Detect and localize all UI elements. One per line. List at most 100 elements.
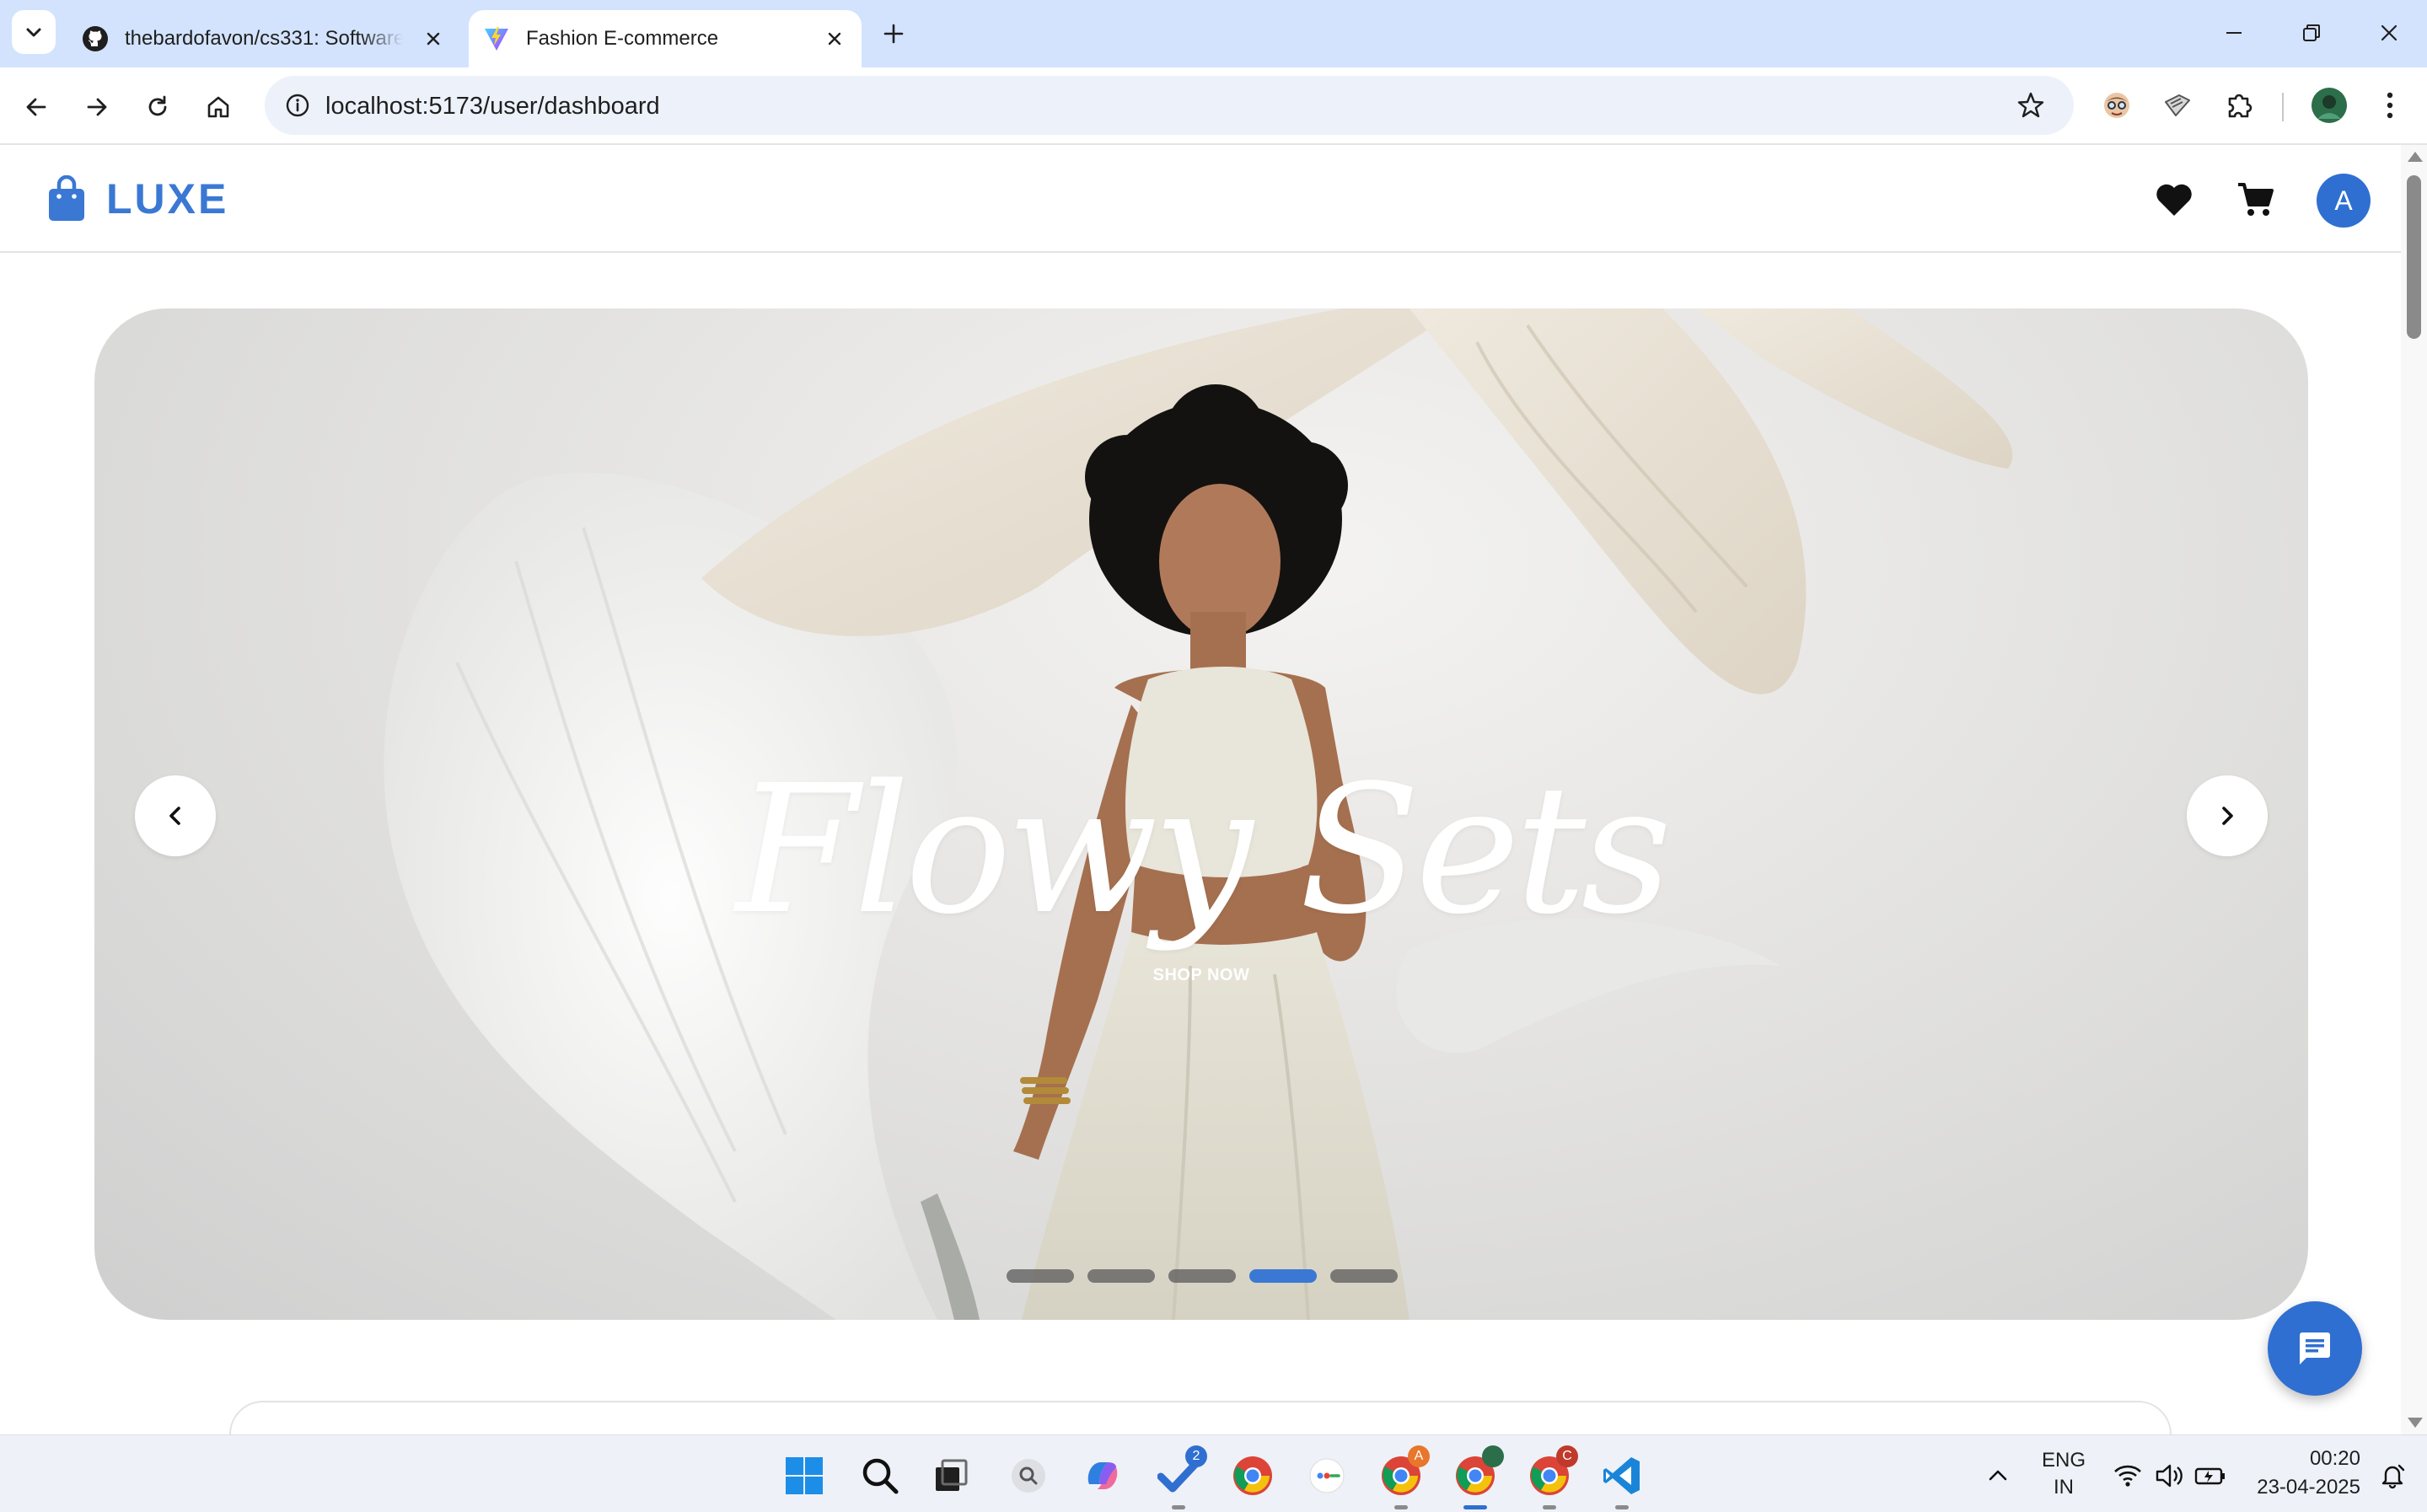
heart-icon [2156, 184, 2192, 216]
task-view-button[interactable] [926, 1450, 976, 1501]
vscode-app[interactable] [1597, 1450, 1647, 1509]
site-logo[interactable]: LUXE [46, 174, 228, 224]
chrome-icon [1233, 1456, 1272, 1495]
reload-icon [148, 95, 167, 116]
chevron-left-icon [169, 807, 180, 825]
vite-icon [482, 24, 511, 53]
scrollbar-thumb[interactable] [2407, 175, 2421, 339]
minimize-button[interactable] [2209, 12, 2259, 54]
browser-toolbar: localhost:5173/user/dashboard [0, 67, 2427, 145]
app-running-indicator [1543, 1505, 1556, 1509]
bookmark-star-icon[interactable] [2011, 86, 2050, 125]
close-window-button[interactable] [2364, 12, 2414, 54]
extensions-puzzle-icon[interactable] [2219, 84, 2261, 126]
close-tab-icon[interactable] [420, 25, 447, 52]
language-indicator[interactable]: ENG IN [2033, 1449, 2094, 1499]
language-code: ENG [2041, 1449, 2086, 1472]
arrow-left-icon [26, 98, 46, 116]
hero-carousel: Flowy Sets SHOP NOW [94, 308, 2308, 1320]
carousel-dot-3[interactable] [1168, 1269, 1236, 1283]
chevron-right-icon [2222, 807, 2233, 825]
carousel-next-button[interactable] [2187, 775, 2268, 856]
battery-charging-icon [2194, 1467, 2225, 1485]
new-tab-button[interactable] [875, 15, 912, 52]
carousel-prev-button[interactable] [135, 775, 216, 856]
arrow-right-icon [87, 98, 107, 116]
taskbar-search-app[interactable] [1003, 1450, 1054, 1501]
password-manager-app[interactable] [1302, 1450, 1352, 1501]
profile-badge-a: A [1408, 1445, 1430, 1467]
taskbar-search-button[interactable] [855, 1450, 905, 1501]
chrome-profile-a-app[interactable]: A [1376, 1445, 1430, 1509]
tab-github[interactable]: thebardofavon/cs331: Software [67, 10, 460, 67]
address-bar[interactable]: localhost:5173/user/dashboard [265, 76, 2074, 135]
carousel-dot-4[interactable] [1249, 1269, 1317, 1283]
forward-button[interactable] [76, 86, 118, 128]
clock-time: 00:20 [2309, 1447, 2360, 1470]
vscode-icon [1603, 1457, 1640, 1494]
profile-badge-green [1482, 1445, 1504, 1467]
browser-menu-icon[interactable] [2369, 84, 2411, 126]
clock[interactable]: 00:20 23-04-2025 [2242, 1447, 2360, 1499]
extension-avatar-icon[interactable] [2096, 84, 2138, 126]
user-avatar[interactable]: A [2317, 174, 2371, 228]
cart-icon [2238, 183, 2274, 216]
page-scrollbar[interactable] [2401, 145, 2427, 1434]
close-tab-icon[interactable] [821, 25, 848, 52]
back-button[interactable] [15, 86, 57, 128]
shopping-bag-icon [46, 174, 88, 224]
chevron-up-icon [1989, 1470, 2007, 1481]
chrome-app[interactable] [1227, 1450, 1278, 1501]
region-code: IN [2054, 1476, 2074, 1499]
toolbar-divider [2282, 93, 2284, 121]
start-button[interactable] [779, 1450, 830, 1501]
wishlist-button[interactable] [2150, 175, 2199, 224]
shop-now-link[interactable]: SHOP NOW [1096, 966, 1307, 985]
wifi-icon [2114, 1465, 2141, 1487]
cart-button[interactable] [2231, 175, 2279, 224]
plus-icon [883, 24, 904, 44]
reload-button[interactable] [137, 86, 179, 128]
chevron-down-icon [26, 28, 41, 37]
search-icon [862, 1458, 899, 1494]
minimize-icon [2226, 32, 2242, 34]
browser-tabstrip: thebardofavon/cs331: Software Fashion E-… [0, 0, 2427, 67]
tab-title: Fashion E-commerce [526, 27, 719, 50]
windows-taskbar: 2 A C ENG IN 00:20 23-04-2025 [0, 1434, 2427, 1512]
battery-status[interactable] [2185, 1450, 2236, 1501]
todo-app[interactable]: 2 [1153, 1445, 1207, 1509]
content-section-card [229, 1401, 2172, 1434]
search-app-icon [1012, 1459, 1045, 1493]
chat-button[interactable] [2268, 1301, 2362, 1396]
volume-icon [2156, 1464, 2183, 1488]
windows-logo-icon [786, 1457, 823, 1494]
home-icon [207, 96, 229, 118]
github-icon [81, 24, 110, 53]
extension-tag-icon[interactable] [2156, 84, 2199, 126]
copilot-app[interactable] [1077, 1450, 1128, 1501]
restore-button[interactable] [2286, 12, 2337, 54]
chrome-active-app[interactable] [1450, 1445, 1504, 1509]
carousel-dot-1[interactable] [1007, 1269, 1074, 1283]
url-text: localhost:5173/user/dashboard [325, 93, 660, 120]
chrome-profile-c-app[interactable]: C [1524, 1445, 1578, 1509]
tab-search-button[interactable] [12, 10, 56, 54]
tab-title: thebardofavon/cs331: Software [125, 27, 403, 50]
todo-badge: 2 [1185, 1445, 1207, 1467]
profile-avatar-icon[interactable] [2308, 84, 2350, 126]
site-info-icon[interactable] [280, 88, 315, 123]
show-hidden-icons-button[interactable] [1973, 1450, 2023, 1501]
notifications-button[interactable] [2367, 1450, 2418, 1501]
scroll-up-arrow-icon[interactable] [2408, 152, 2423, 162]
app-active-indicator [1463, 1505, 1487, 1509]
logo-text: LUXE [106, 175, 229, 223]
scroll-down-arrow-icon[interactable] [2408, 1418, 2423, 1428]
carousel-dot-2[interactable] [1087, 1269, 1155, 1283]
tab-fashion-ecommerce[interactable]: Fashion E-commerce [469, 10, 862, 67]
carousel-dot-5[interactable] [1330, 1269, 1398, 1283]
app-running-indicator [1394, 1505, 1408, 1509]
profile-badge-c: C [1556, 1445, 1578, 1467]
home-button[interactable] [197, 86, 239, 128]
hero-title: Flowy Sets [735, 747, 1673, 953]
app-running-indicator [1615, 1505, 1629, 1509]
